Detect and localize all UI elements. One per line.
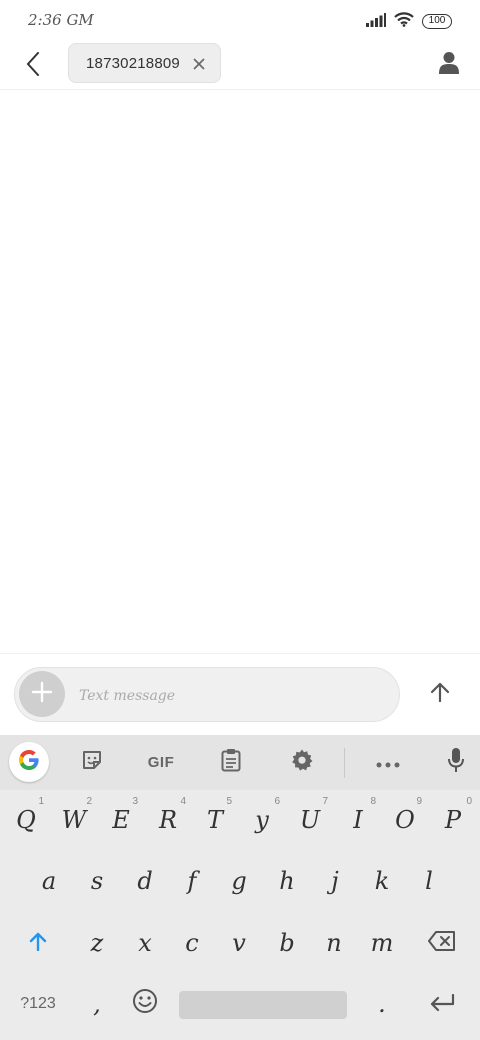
- battery-icon: 100: [422, 14, 452, 29]
- key-label: E: [112, 806, 130, 834]
- key-k[interactable]: k: [359, 852, 405, 910]
- contact-button[interactable]: [432, 48, 466, 82]
- key-hint: 7: [322, 796, 328, 807]
- key-hint: 2: [86, 796, 92, 807]
- toolbar-divider: [344, 748, 345, 778]
- message-input[interactable]: [79, 682, 379, 710]
- key-hint: 3: [132, 796, 138, 807]
- back-button[interactable]: [16, 50, 50, 82]
- key-hint: 4: [180, 796, 186, 807]
- add-attachment-button[interactable]: [19, 671, 65, 717]
- key-b[interactable]: b: [263, 914, 311, 972]
- key-f[interactable]: f: [169, 852, 215, 910]
- clipboard-button[interactable]: [211, 742, 251, 782]
- symbols-key[interactable]: ?123: [8, 975, 68, 1033]
- conversation-header: 18730218809: [0, 42, 480, 90]
- key-d[interactable]: d: [121, 852, 169, 910]
- key-label: I: [353, 806, 363, 834]
- key-label: U: [299, 806, 321, 834]
- key-g[interactable]: g: [215, 852, 263, 910]
- shift-key[interactable]: [8, 914, 68, 972]
- status-bar: 2:36 GM 100: [0, 0, 480, 42]
- key-t[interactable]: T5: [192, 791, 238, 849]
- recipient-number: 18730218809: [86, 54, 180, 72]
- shift-arrow-icon: [28, 929, 48, 957]
- key-hint: 5: [226, 796, 232, 807]
- signal-icon: [366, 12, 386, 31]
- key-v[interactable]: v: [215, 914, 263, 972]
- emoji-key[interactable]: [121, 975, 169, 1033]
- status-time: 2:36 GM: [28, 11, 94, 29]
- key-p[interactable]: P0: [428, 791, 478, 849]
- microphone-icon: [447, 747, 465, 777]
- key-x[interactable]: x: [121, 914, 169, 972]
- key-i[interactable]: I8: [334, 791, 382, 849]
- key-w[interactable]: W2: [50, 791, 98, 849]
- clipboard-icon: [221, 748, 241, 776]
- key-z[interactable]: z: [73, 914, 121, 972]
- backspace-icon: [428, 929, 456, 957]
- spacebar[interactable]: [179, 991, 347, 1019]
- gear-icon: [290, 748, 314, 776]
- key-label: Q: [16, 806, 36, 834]
- voice-input-button[interactable]: [436, 742, 476, 782]
- recipient-chip[interactable]: 18730218809: [68, 43, 221, 83]
- key-h[interactable]: h: [263, 852, 311, 910]
- key-label: y: [255, 806, 269, 834]
- google-g-icon: [17, 748, 41, 776]
- key-n[interactable]: n: [311, 914, 357, 972]
- key-label: W: [61, 806, 87, 834]
- gif-button[interactable]: GIF: [138, 742, 184, 782]
- key-hint: 9: [416, 796, 422, 807]
- sticker-button[interactable]: [72, 742, 112, 782]
- key-label: O: [395, 806, 415, 834]
- wifi-icon: [394, 12, 414, 31]
- key-c[interactable]: c: [169, 914, 215, 972]
- period-key[interactable]: .: [357, 975, 407, 1033]
- google-button[interactable]: [9, 742, 49, 782]
- sticker-icon: [81, 749, 103, 775]
- send-button[interactable]: [424, 678, 456, 710]
- emoji-icon: [132, 988, 158, 1020]
- more-horizontal-icon: [376, 753, 400, 772]
- enter-icon: [429, 990, 455, 1018]
- key-o[interactable]: O9: [382, 791, 428, 849]
- key-hint: 1: [38, 796, 44, 807]
- key-e[interactable]: E3: [98, 791, 144, 849]
- key-label: P: [444, 806, 462, 834]
- plus-icon: [31, 681, 53, 707]
- compose-field: [14, 667, 400, 722]
- key-label: T: [206, 806, 223, 834]
- comma-key[interactable]: ,: [73, 975, 121, 1033]
- key-y[interactable]: y6: [238, 791, 286, 849]
- key-s[interactable]: s: [73, 852, 121, 910]
- status-icons: 100: [366, 12, 452, 31]
- compose-bar: [0, 653, 480, 735]
- key-m[interactable]: m: [357, 914, 407, 972]
- key-hint: 8: [370, 796, 376, 807]
- conversation-area: [0, 91, 480, 652]
- key-hint: 6: [274, 796, 280, 807]
- keyboard: GIF Q 1 W 2 E 3 R 4 T 5 y 6 U 7 I 8 O 9 …: [0, 735, 480, 1040]
- key-l[interactable]: l: [405, 852, 453, 910]
- close-icon[interactable]: [190, 55, 208, 73]
- key-q[interactable]: Q1: [2, 791, 50, 849]
- arrow-up-icon: [429, 681, 451, 707]
- backspace-key[interactable]: [412, 914, 472, 972]
- key-a[interactable]: a: [25, 852, 73, 910]
- key-j[interactable]: j: [311, 852, 359, 910]
- key-hint: 0: [466, 796, 472, 807]
- keyboard-toolbar: GIF: [0, 735, 480, 790]
- key-r[interactable]: R4: [144, 791, 192, 849]
- gif-label: GIF: [147, 753, 175, 771]
- key-label: R: [158, 806, 178, 834]
- settings-button[interactable]: [282, 742, 322, 782]
- person-icon: [439, 51, 459, 79]
- back-arrow-icon: [26, 52, 40, 80]
- more-button[interactable]: [368, 742, 408, 782]
- key-u[interactable]: U7: [286, 791, 334, 849]
- enter-key[interactable]: [412, 975, 472, 1033]
